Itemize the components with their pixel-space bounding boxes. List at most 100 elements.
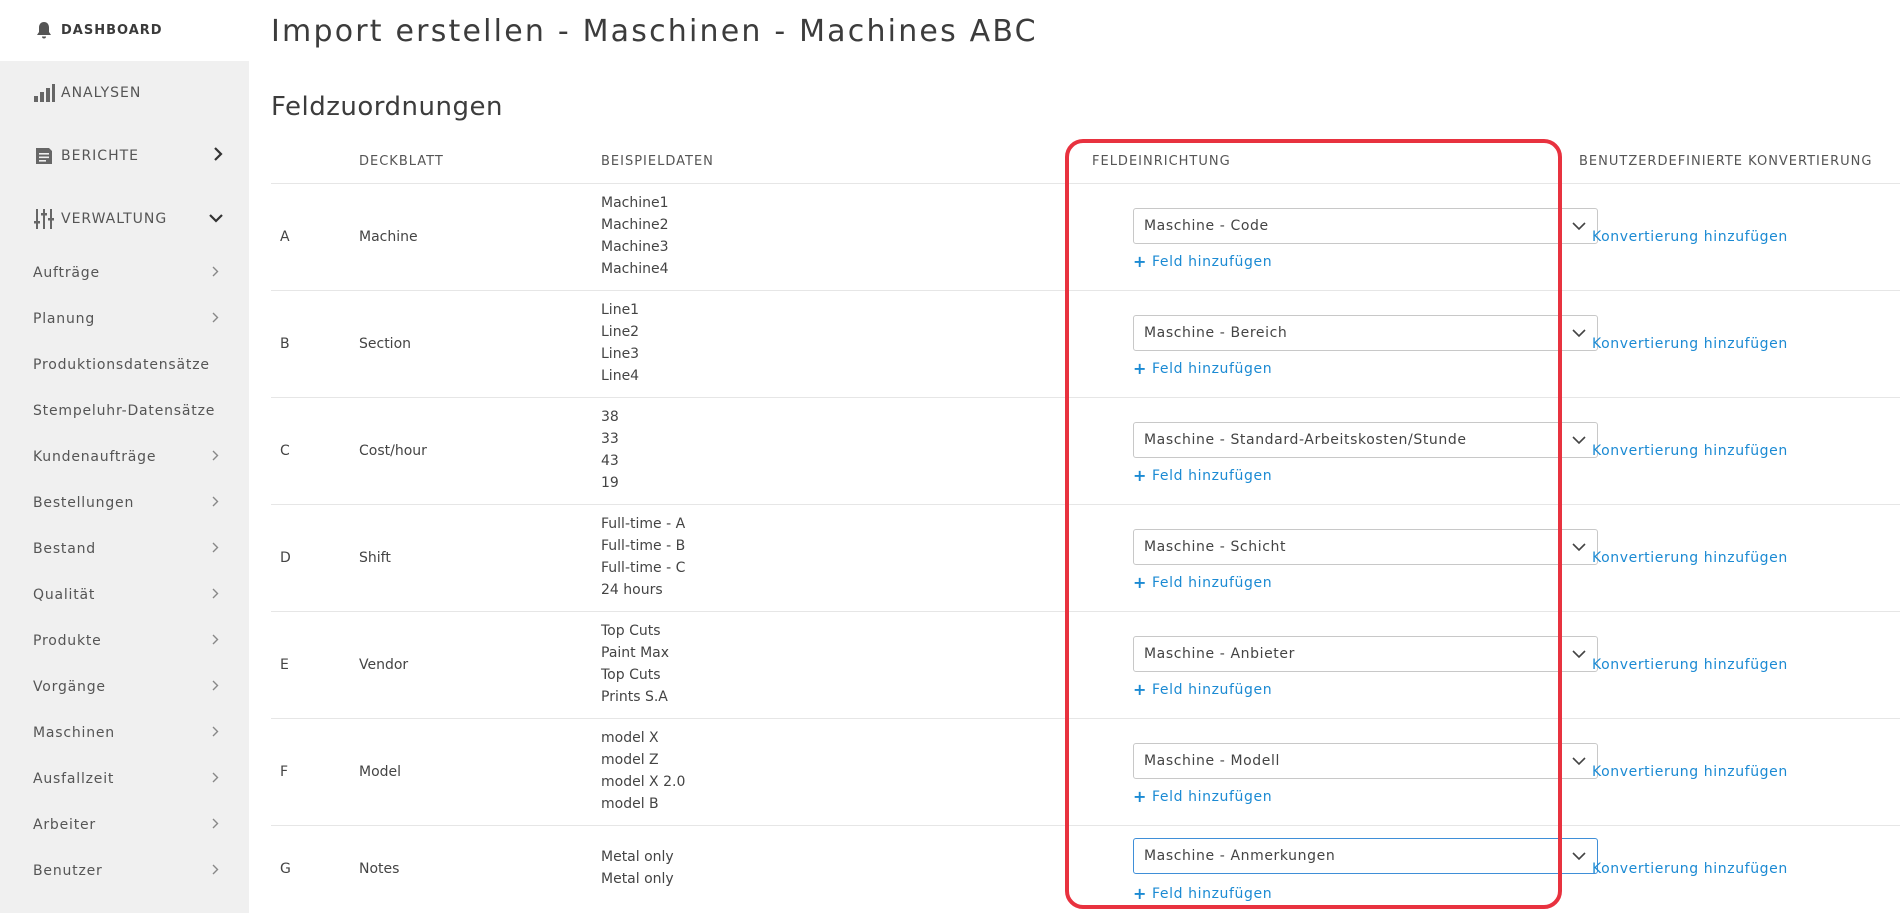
sample-value: 24 hours [601,582,663,598]
sample-value: Prints S.A [601,689,668,705]
sample-value: Top Cuts [601,623,661,639]
sidebar-item-7[interactable]: Qualität [0,572,249,618]
sample-data: Machine1 Machine2 Machine3 Machine4 [601,192,669,280]
field-mapping-value: Maschine - Standard-Arbeitskosten/Stunde [1144,432,1467,448]
sidebar-item-4[interactable]: Kundenaufträge [0,434,249,480]
add-conversion-link[interactable]: Konvertierung hinzufügen [1592,336,1788,352]
plus-icon: + [1133,787,1148,806]
chevron-right-icon [212,725,219,741]
add-field-link[interactable]: + Feld hinzufügen [1133,886,1273,903]
chevron-right-icon [212,541,219,557]
sidebar-item-label: Bestand [33,541,96,557]
add-conversion-link[interactable]: Konvertierung hinzufügen [1592,550,1788,566]
add-conversion-link[interactable]: Konvertierung hinzufügen [1592,764,1788,780]
sliders-icon [33,208,55,230]
sidebar-item-label: Produktionsdatensätze [33,357,210,373]
field-mapping-select[interactable]: Maschine - Code [1133,208,1598,244]
bell-icon [33,20,55,42]
sidebar-item-13[interactable]: Benutzer [0,848,249,894]
sidebar-item-12[interactable]: Arbeiter [0,802,249,848]
add-conversion-link[interactable]: Konvertierung hinzufügen [1592,443,1788,459]
nav-verwaltung[interactable]: VERWALTUNG [0,187,249,250]
sidebar-item-label: Kundenaufträge [33,449,157,465]
sample-value: Metal only [601,871,674,887]
plus-icon: + [1133,252,1148,271]
sample-value: Paint Max [601,645,670,661]
sample-value: Full-time - A [601,516,686,532]
sample-data: Top Cuts Paint Max Top Cuts Prints S.A [601,620,669,708]
chevron-down-icon [1571,539,1587,559]
add-conversion-link[interactable]: Konvertierung hinzufügen [1592,229,1788,245]
add-field-link[interactable]: + Feld hinzufügen [1133,468,1272,485]
sample-value: model X 2.0 [601,774,686,790]
sidebar-item-label: Ausfallzeit [33,771,115,787]
sample-value: model X [601,730,659,746]
add-field-link[interactable]: + Feld hinzufügen [1133,787,1272,806]
add-field-label: Feld hinzufügen [1152,886,1273,902]
field-mapping-select[interactable]: Maschine - Anbieter [1133,636,1598,672]
column-key: C [280,443,290,459]
add-conversion-link[interactable]: Konvertierung hinzufügen [1592,657,1788,673]
add-field-link[interactable]: + Feld hinzufügen [1133,680,1272,699]
sidebar-item-label: Vorgänge [33,679,106,695]
sample-value: Machine1 [601,195,669,211]
sidebar-item-label: Maschinen [33,725,115,741]
sidebar-item-label: Aufträge [33,265,100,281]
chevron-right-icon [212,863,219,879]
nav-dashboard[interactable]: DASHBOARD [0,0,249,61]
mapping-row: A Machine Machine1 Machine2 Machine3 Machine4… [271,183,1900,291]
sample-value: model B [601,796,659,812]
add-field-label: Feld hinzufügen [1152,361,1273,377]
field-mapping-value: Maschine - Schicht [1144,539,1287,555]
mapping-row: G Notes Metal only Metal only Maschine - Anm… [271,825,1900,914]
sidebar-item-1[interactable]: Planung [0,296,249,342]
field-mapping-value: Maschine - Bereich [1144,325,1288,341]
sidebar-item-10[interactable]: Maschinen [0,710,249,756]
chevron-right-icon [212,633,219,649]
sidebar-item-label: Qualität [33,587,96,603]
sidebar: DASHBOARD ANALYSEN BERICHTE VERWALTUNG A… [0,0,249,913]
sample-data: model X model Z model X 2.0 model B [601,727,685,815]
sample-value: Metal only [601,849,674,865]
plus-icon: + [1133,573,1148,592]
field-mapping-select[interactable]: Maschine - Standard-Arbeitskosten/Stunde [1133,422,1598,458]
nav-berichte[interactable]: BERICHTE [0,124,249,187]
sidebar-item-6[interactable]: Bestand [0,526,249,572]
plus-icon: + [1133,680,1148,699]
sheet-column-name: Shift [359,550,391,566]
add-field-link[interactable]: + Feld hinzufügen [1133,252,1272,271]
chevron-down-icon [1571,325,1587,345]
sample-data: Metal only Metal only [601,846,674,890]
column-header-deckblatt: DECKBLATT [359,154,444,169]
sidebar-item-8[interactable]: Produkte [0,618,249,664]
sidebar-item-label: Benutzer [33,863,103,879]
sidebar-item-2[interactable]: Produktionsdatensätze [0,342,249,388]
sidebar-item-9[interactable]: Vorgänge [0,664,249,710]
sheet-column-name: Vendor [359,657,409,673]
field-mapping-select[interactable]: Maschine - Bereich [1133,315,1598,351]
field-mapping-select[interactable]: Maschine - Anmerkungen [1133,838,1598,874]
field-mapping-select[interactable]: Maschine - Schicht [1133,529,1598,565]
sidebar-item-11[interactable]: Ausfallzeit [0,756,249,802]
add-field-link[interactable]: + Feld hinzufügen [1133,573,1272,592]
sidebar-item-3[interactable]: Stempeluhr-Datensätze [0,388,249,434]
sheet-column-name: Cost/hour [359,443,427,459]
field-mapping-select[interactable]: Maschine - Modell [1133,743,1598,779]
add-field-link[interactable]: + Feld hinzufügen [1133,361,1273,378]
sample-value: Line3 [601,346,640,362]
column-key: B [280,336,290,352]
column-key: E [280,657,289,673]
sample-value: Line2 [601,324,640,340]
column-header-feldeinrichtung: FELDEINRICHTUNG [1092,154,1231,169]
chevron-down-icon [1571,218,1587,238]
chevron-down-icon [209,211,223,227]
field-mapping-value: Maschine - Anbieter [1144,646,1295,662]
sidebar-item-5[interactable]: Bestellungen [0,480,249,526]
sidebar-item-0[interactable]: Aufträge [0,250,249,296]
sidebar-item-label: Stempeluhr-Datensätze [33,403,216,419]
nav-analysen[interactable]: ANALYSEN [0,61,249,124]
sample-value: 38 [601,409,619,425]
chevron-right-icon [212,679,219,695]
sheet-column-name: Section [359,336,412,352]
add-conversion-link[interactable]: Konvertierung hinzufügen [1592,861,1788,877]
